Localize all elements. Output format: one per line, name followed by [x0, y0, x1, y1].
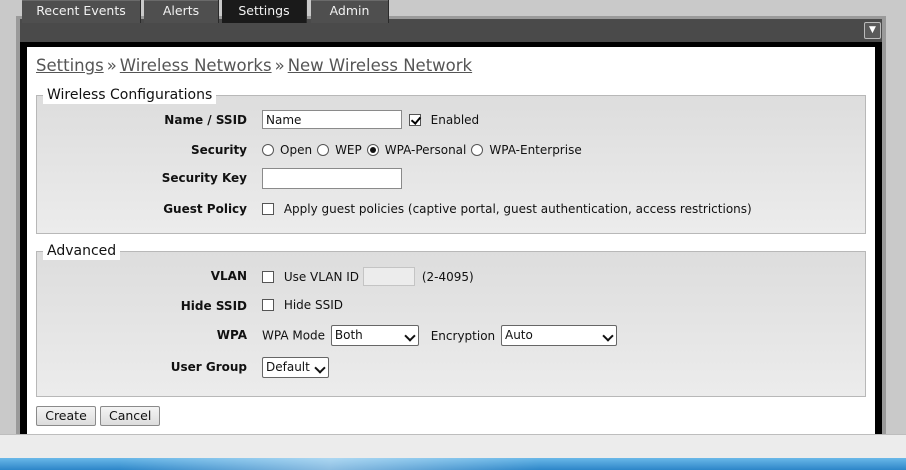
create-button[interactable]: Create [36, 406, 96, 426]
use-vlan-label: Use VLAN ID [283, 269, 360, 284]
security-key-label: Security Key [161, 171, 247, 185]
security-wep-label: WEP [335, 142, 362, 157]
hide-ssid-text: Hide SSID [283, 297, 344, 312]
enabled-checkbox[interactable] [408, 113, 421, 126]
wpa-mode-select[interactable]: Both [330, 325, 419, 346]
tab-alerts[interactable]: Alerts [144, 0, 219, 23]
guest-policy-row: Guest Policy Apply guest policies (capti… [37, 199, 865, 223]
name-ssid-row: Name / SSID Name Enabled [37, 110, 865, 134]
encryption-value: Auto [504, 328, 533, 342]
security-label: Security [190, 143, 247, 157]
breadcrumb-separator: » [106, 56, 117, 75]
tab-settings[interactable]: Settings [222, 0, 307, 23]
security-open-label: Open [280, 142, 313, 157]
wpa-label: WPA [216, 328, 247, 342]
vlan-range-hint: (2-4095) [421, 269, 474, 284]
security-key-row: Security Key [37, 168, 865, 192]
name-ssid-label: Name / SSID [164, 113, 247, 127]
breadcrumb-separator: » [274, 56, 285, 75]
enabled-label: Enabled [430, 112, 480, 127]
tab-admin[interactable]: Admin [311, 0, 389, 23]
security-wpa-enterprise-label: WPA-Enterprise [489, 142, 582, 157]
os-taskbar [0, 458, 906, 470]
cancel-button[interactable]: Cancel [100, 406, 160, 426]
chevron-down-icon [314, 362, 326, 374]
vlan-label: VLAN [210, 269, 247, 283]
encryption-select[interactable]: Auto [500, 325, 617, 346]
wireless-configurations-legend: Wireless Configurations [43, 86, 217, 104]
wpa-row: WPA WPA Mode Both Encryption Auto [37, 325, 865, 349]
breadcrumb: Settings» Wireless Networks» New Wireless … [36, 56, 472, 75]
wireless-configurations-group: Wireless Configurations Name / SSID Name… [36, 86, 866, 234]
user-group-select[interactable]: Default [262, 357, 329, 378]
chevron-down-icon [404, 330, 416, 342]
security-wpa-personal-radio[interactable] [366, 143, 379, 156]
security-wep-radio[interactable] [317, 143, 330, 156]
advanced-group: Advanced VLAN Use VLAN ID (2-4095) Hide … [36, 242, 866, 397]
security-wpa-enterprise-radio[interactable] [471, 143, 484, 156]
user-group-label: User Group [170, 360, 247, 374]
guest-policy-checkbox[interactable] [262, 202, 274, 215]
advanced-legend: Advanced [43, 242, 121, 260]
breadcrumb-wireless-networks-link[interactable]: Wireless Networks [120, 56, 272, 75]
wpa-mode-label: WPA Mode [262, 328, 326, 343]
vlan-row: VLAN Use VLAN ID (2-4095) [37, 266, 865, 290]
encryption-label: Encryption [430, 328, 496, 343]
security-open-radio[interactable] [262, 143, 274, 156]
guest-policy-label: Guest Policy [163, 202, 247, 216]
vlan-id-input[interactable] [363, 267, 416, 286]
tab-recent-events[interactable]: Recent Events [22, 0, 141, 23]
collapse-chevron-icon[interactable]: ▼ [864, 22, 881, 39]
breadcrumb-new-wireless-network-link[interactable]: New Wireless Network [288, 56, 472, 75]
browser-status-bar [0, 434, 906, 459]
guest-policy-text: Apply guest policies (captive portal, gu… [283, 201, 752, 216]
ssid-name-input[interactable]: Name [262, 110, 402, 129]
breadcrumb-settings-link[interactable]: Settings [36, 56, 104, 75]
security-key-input[interactable] [262, 168, 402, 189]
hide-ssid-row: Hide SSID Hide SSID [37, 296, 865, 320]
hide-ssid-checkbox[interactable] [262, 298, 274, 311]
chevron-down-icon [602, 330, 614, 342]
hide-ssid-label: Hide SSID [180, 299, 247, 313]
wpa-mode-value: Both [334, 328, 363, 342]
user-group-value: Default [266, 360, 310, 374]
use-vlan-checkbox[interactable] [262, 270, 274, 283]
user-group-row: User Group Default [37, 357, 865, 381]
security-row: Security Open WEP WPA-Personal WPA-Enterpri… [37, 140, 865, 164]
security-wpa-personal-label: WPA-Personal [384, 142, 467, 157]
